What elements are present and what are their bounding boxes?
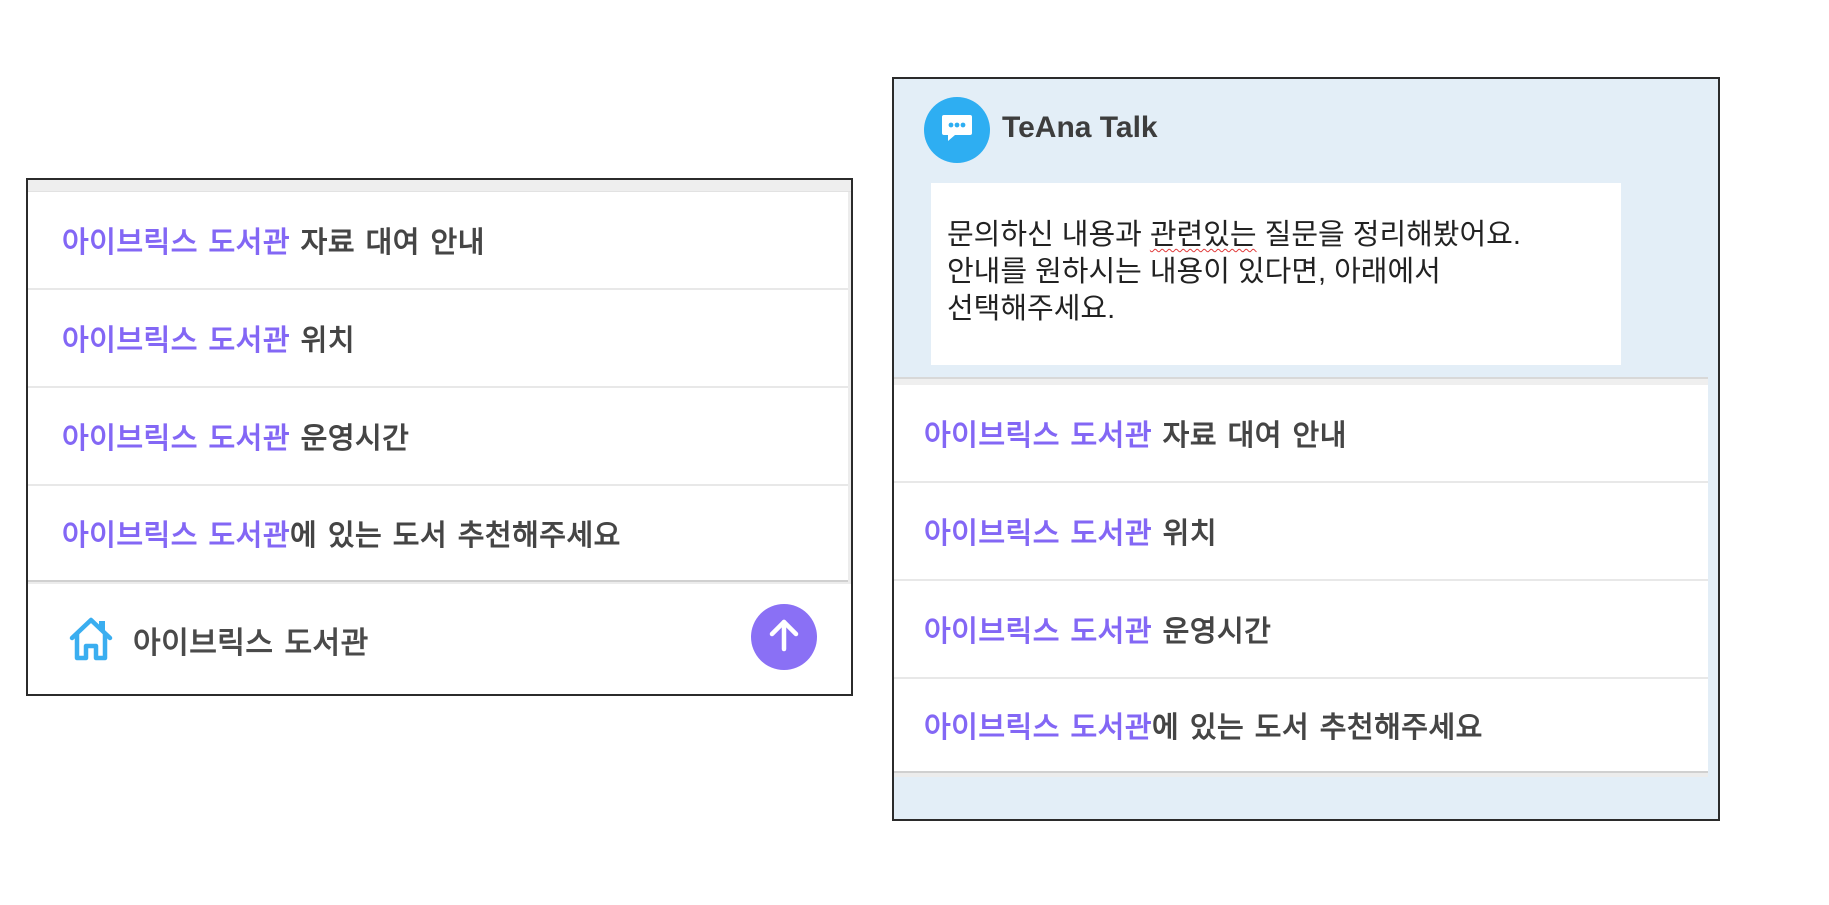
suggestion-list: 아이브릭스 도서관 자료 대여 안내 아이브릭스 도서관 위치 아이브릭스 도서… [28, 180, 851, 584]
home-icon[interactable] [66, 614, 116, 664]
suggestion-text: 운영시간 [1152, 614, 1272, 648]
chat-bubble-icon [938, 109, 976, 151]
suggestion-panel-left: 아이브릭스 도서관 자료 대여 안내 아이브릭스 도서관 위치 아이브릭스 도서… [26, 178, 853, 696]
panel-footer: 아이브릭스 도서관 [28, 584, 851, 694]
message-line-3: 선택해주세요. [947, 293, 1116, 325]
suggestion-item-location[interactable]: 아이브릭스 도서관 위치 [894, 483, 1708, 581]
message-text: 질문을 정리해봤어요. [1256, 219, 1521, 251]
suggestion-item-recommend[interactable]: 아이브릭스 도서관 에 있는 도서 추천해주세요 [28, 486, 848, 582]
suggestion-list: 아이브릭스 도서관 자료 대여 안내 아이브릭스 도서관 위치 아이브릭스 도서… [894, 377, 1708, 777]
suggestion-keyword: 아이브릭스 도서관 [62, 323, 291, 357]
message-line-1: 문의하신 내용과 관련있는 질문을 정리해봤어요. [947, 217, 1621, 254]
suggestion-item-rental[interactable]: 아이브릭스 도서관 자료 대여 안내 [28, 192, 848, 290]
suggestion-keyword: 아이브릭스 도서관 [62, 225, 291, 259]
suggestion-text: 에 있는 도서 추천해주세요 [290, 518, 621, 552]
suggestion-text: 자료 대여 안내 [1152, 418, 1347, 452]
bot-message-bubble: 문의하신 내용과 관련있는 질문을 정리해봤어요. 안내를 원하시는 내용이 있… [931, 183, 1621, 365]
suggestion-item-rental[interactable]: 아이브릭스 도서관 자료 대여 안내 [894, 385, 1708, 483]
suggestion-item-hours[interactable]: 아이브릭스 도서관 운영시간 [28, 388, 848, 486]
suggestion-keyword: 아이브릭스 도서관 [62, 518, 291, 552]
suggestion-text: 에 있는 도서 추천해주세요 [1152, 710, 1483, 744]
arrow-up-icon [764, 615, 804, 659]
suggestion-item-location[interactable]: 아이브릭스 도서관 위치 [28, 290, 848, 388]
suggestion-keyword: 아이브릭스 도서관 [924, 614, 1153, 648]
bot-name: TeAna Talk [1002, 111, 1158, 144]
suggestion-item-recommend[interactable]: 아이브릭스 도서관 에 있는 도서 추천해주세요 [894, 679, 1708, 773]
suggestion-text: 운영시간 [290, 421, 410, 455]
bot-avatar [924, 97, 990, 163]
suggestion-text: 자료 대여 안내 [290, 225, 485, 259]
message-line-2: 안내를 원하시는 내용이 있다면, 아래에서 [947, 256, 1441, 288]
suggestion-text: 위치 [1152, 516, 1218, 550]
suggestion-keyword: 아이브릭스 도서관 [924, 516, 1153, 550]
suggestion-text: 위치 [290, 323, 356, 357]
suggestion-keyword: 아이브릭스 도서관 [924, 418, 1153, 452]
library-home-label[interactable]: 아이브릭스 도서관 [133, 618, 369, 662]
list-top-divider [28, 180, 851, 192]
suggestion-keyword: 아이브릭스 도서관 [62, 421, 291, 455]
message-text: 문의하신 내용과 [947, 219, 1150, 251]
suggestion-keyword: 아이브릭스 도서관 [924, 710, 1153, 744]
scroll-up-button[interactable] [751, 604, 817, 670]
spellcheck-word: 관련있는 [1149, 219, 1257, 251]
chat-panel-right: TeAna Talk 문의하신 내용과 관련있는 질문을 정리해봤어요. 안내를… [892, 77, 1720, 821]
suggestion-item-hours[interactable]: 아이브릭스 도서관 운영시간 [894, 581, 1708, 679]
